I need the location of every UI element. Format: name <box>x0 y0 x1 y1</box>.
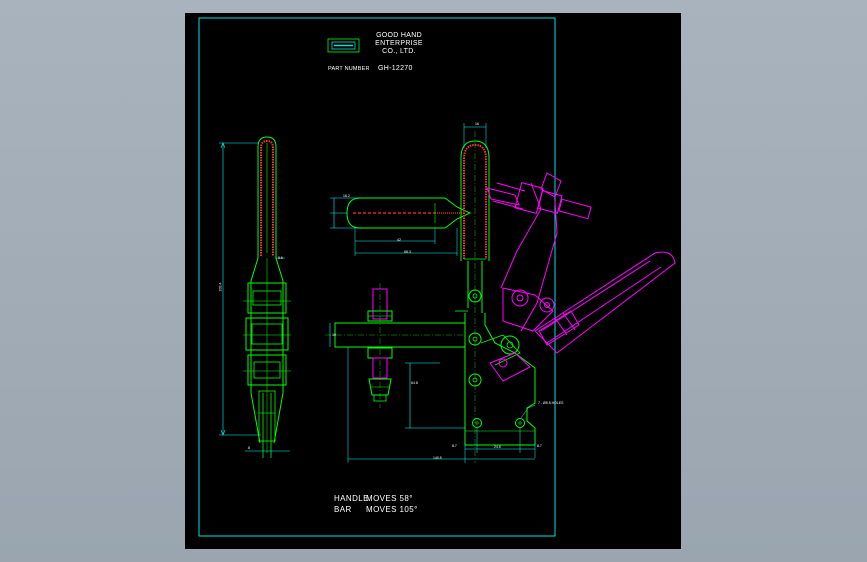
company-name-line1: GOOD HAND <box>376 32 422 39</box>
drawing-svg <box>198 17 676 537</box>
part-number-label: PART NUMBER <box>328 66 370 72</box>
bar-note-label: BAR <box>334 505 352 514</box>
dim-bolt-len: 42 <box>397 238 401 242</box>
part-number-value: GH-12270 <box>378 65 413 72</box>
dim-bolt-dia: 16.2 <box>343 194 350 198</box>
bolt-detail <box>330 197 472 256</box>
dim-left-small: 5.6 <box>278 256 283 260</box>
dim-base-c: 8.7 <box>537 444 542 448</box>
dim-base-a: 8.7 <box>452 444 457 448</box>
company-logo-icon <box>327 38 360 53</box>
dim-base-b: 24.6 <box>494 445 501 449</box>
company-name-line2: ENTERPRISE <box>375 40 423 47</box>
dim-holes-note: 7 - Ø8.5 HOLES <box>538 401 564 405</box>
side-view <box>219 136 291 458</box>
handle-note-value: MOVES 58° <box>366 494 413 503</box>
drawing-canvas: GOOD HAND ENTERPRISE CO., LTD. PART NUMB… <box>185 13 681 549</box>
handle-note-label: HANDLE <box>334 494 369 503</box>
open-position-ghost <box>486 172 676 382</box>
dim-bar-width: 10 <box>332 333 336 337</box>
dim-base-height: 64.8 <box>411 381 418 385</box>
company-name-line3: CO., LTD. <box>382 48 416 55</box>
dim-left-bottom: 8 <box>248 446 250 450</box>
dim-base-total: 140.5 <box>433 456 442 460</box>
bar-note-value: MOVES 105° <box>366 505 418 514</box>
dim-bolt-total: 68.3 <box>404 250 411 254</box>
dim-left-height: 203.4 <box>218 282 223 292</box>
dim-top: 16 <box>475 122 479 126</box>
